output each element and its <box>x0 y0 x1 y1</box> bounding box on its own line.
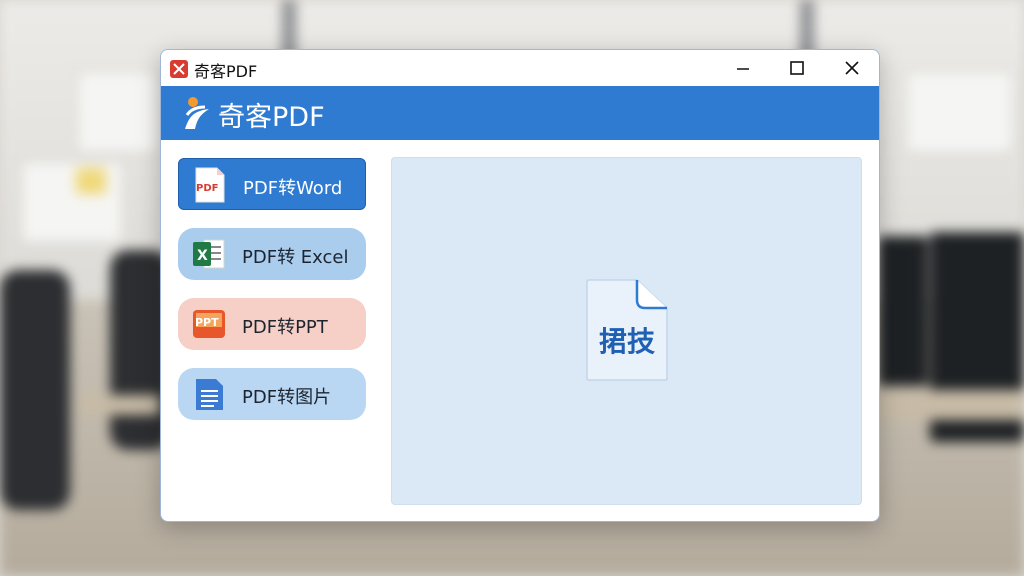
close-icon <box>845 61 859 75</box>
minimize-button[interactable] <box>723 54 763 82</box>
svg-text:PPT: PPT <box>195 316 219 329</box>
maximize-button[interactable] <box>777 54 817 82</box>
ppt-icon: PPT <box>193 310 225 338</box>
excel-icon: X <box>193 239 225 269</box>
title-bar[interactable]: 奇客PDF <box>161 50 879 86</box>
svg-text:X: X <box>197 248 208 264</box>
sidebar-item-pdf-to-ppt[interactable]: PPT PDF转PPT <box>178 298 366 350</box>
file-card[interactable]: 捃技 <box>585 278 669 382</box>
drop-area[interactable]: 捃技 <box>391 157 862 505</box>
sidebar-item-label: PDF转PPT <box>242 317 328 338</box>
sidebar-item-label: PDF转图片 <box>242 387 332 408</box>
minimize-icon <box>737 68 749 70</box>
svg-text:PDF: PDF <box>196 183 218 194</box>
sidebar-item-label: PDF转Word <box>243 178 343 199</box>
brand-logo <box>185 97 209 129</box>
close-button[interactable] <box>832 54 872 82</box>
app-header: 奇客PDF <box>161 86 879 140</box>
window-title: 奇客PDF <box>194 62 258 81</box>
file-card-text: 捃技 <box>598 325 655 358</box>
sidebar-item-pdf-to-excel[interactable]: X PDF转 Excel <box>178 228 366 280</box>
sidebar-item-pdf-to-word[interactable]: PDF PDF转Word <box>178 158 366 210</box>
pdf-icon: PDF <box>195 167 225 203</box>
pdf-app-icon <box>170 60 188 78</box>
image-doc-icon <box>196 379 223 410</box>
app-window: 奇客PDF 奇客PDF PDF PDF转Word X PDF转 Excel PP… <box>160 49 880 522</box>
sidebar-item-pdf-to-image[interactable]: PDF转图片 <box>178 368 366 420</box>
maximize-icon <box>790 61 804 75</box>
brand-name: 奇客PDF <box>218 102 325 133</box>
sidebar-item-label: PDF转 Excel <box>242 247 349 268</box>
